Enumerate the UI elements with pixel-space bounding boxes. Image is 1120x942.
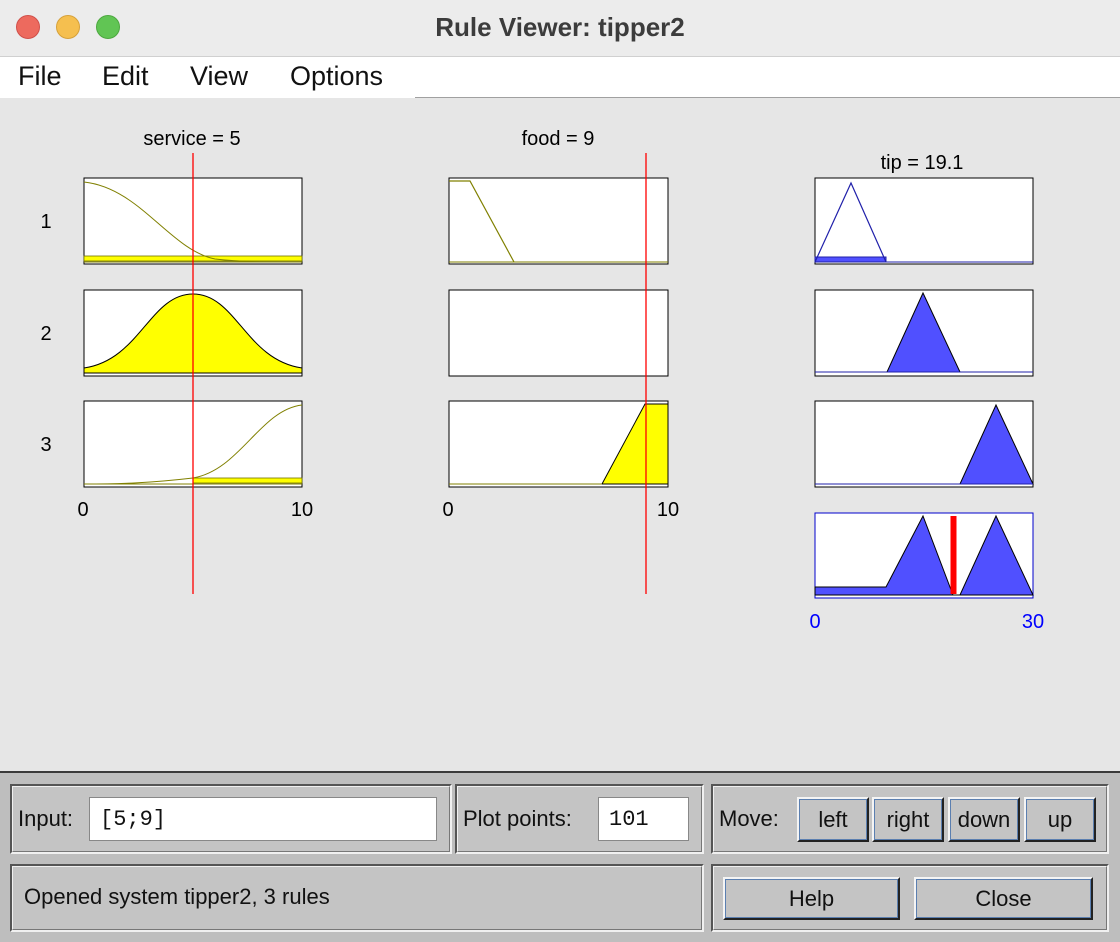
move-left-button[interactable]: left: [797, 797, 869, 842]
move-right-button[interactable]: right: [872, 797, 944, 842]
status-text: Opened system tipper2, 3 rules: [24, 884, 330, 909]
status-panel: Opened system tipper2, 3 rules: [10, 864, 704, 932]
rule2-food-plot[interactable]: [448, 289, 669, 377]
move-down-button[interactable]: down: [948, 797, 1020, 842]
rule1-tip-plot: [814, 177, 1034, 265]
move-up-button[interactable]: up: [1024, 797, 1096, 842]
move-label: Move:: [719, 806, 779, 831]
rule-number-1[interactable]: 1: [40, 211, 51, 233]
rule1-food-plot[interactable]: [448, 177, 669, 265]
input-label: Input:: [18, 806, 74, 831]
menu-bar: File Edit View Options: [0, 57, 1120, 98]
service-input-label: service = 5: [143, 128, 240, 150]
service-axis-max: 10: [291, 499, 313, 521]
control-panel: Input: Plot points: Move: left right dow…: [0, 771, 1120, 942]
window-title: Rule Viewer: tipper2: [435, 12, 685, 42]
rule2-tip-plot: [814, 289, 1034, 377]
menu-edit[interactable]: Edit: [102, 61, 149, 92]
action-panel: Help Close: [711, 864, 1109, 932]
rule-plot-area: service = 5 food = 9 tip = 19.1 1 2 3 0 …: [0, 99, 1120, 771]
food-axis-min: 0: [442, 499, 453, 521]
close-button[interactable]: Close: [914, 877, 1093, 920]
rule3-tip-plot: [814, 400, 1034, 488]
aggregated-tip-plot: [814, 512, 1034, 599]
rule-number-3[interactable]: 3: [40, 434, 51, 456]
plot-points-panel: Plot points:: [455, 784, 704, 854]
help-button[interactable]: Help: [723, 877, 900, 920]
tip-axis-min: 0: [809, 611, 820, 633]
move-panel: Move: left right down up: [711, 784, 1109, 854]
food-axis-max: 10: [657, 499, 679, 521]
plot-points-label: Plot points:: [463, 806, 572, 831]
tip-output-label: tip = 19.1: [881, 152, 964, 174]
tip-axis-max: 30: [1022, 611, 1044, 633]
title-bar: Rule Viewer: tipper2: [0, 0, 1120, 57]
plot-points-field[interactable]: [598, 797, 689, 841]
rule-viewer-plots: service = 5 food = 9 tip = 19.1 1 2 3 0 …: [40, 128, 1044, 633]
rule3-food-plot[interactable]: [448, 400, 669, 488]
rule-number-2[interactable]: 2: [40, 323, 51, 345]
service-axis-min: 0: [77, 499, 88, 521]
input-vector-field[interactable]: [89, 797, 437, 841]
menu-divider: [415, 97, 1120, 98]
menu-view[interactable]: View: [190, 61, 248, 92]
menu-file[interactable]: File: [18, 61, 62, 92]
menu-options[interactable]: Options: [290, 61, 383, 92]
food-input-label: food = 9: [522, 128, 595, 150]
input-panel: Input:: [10, 784, 452, 854]
